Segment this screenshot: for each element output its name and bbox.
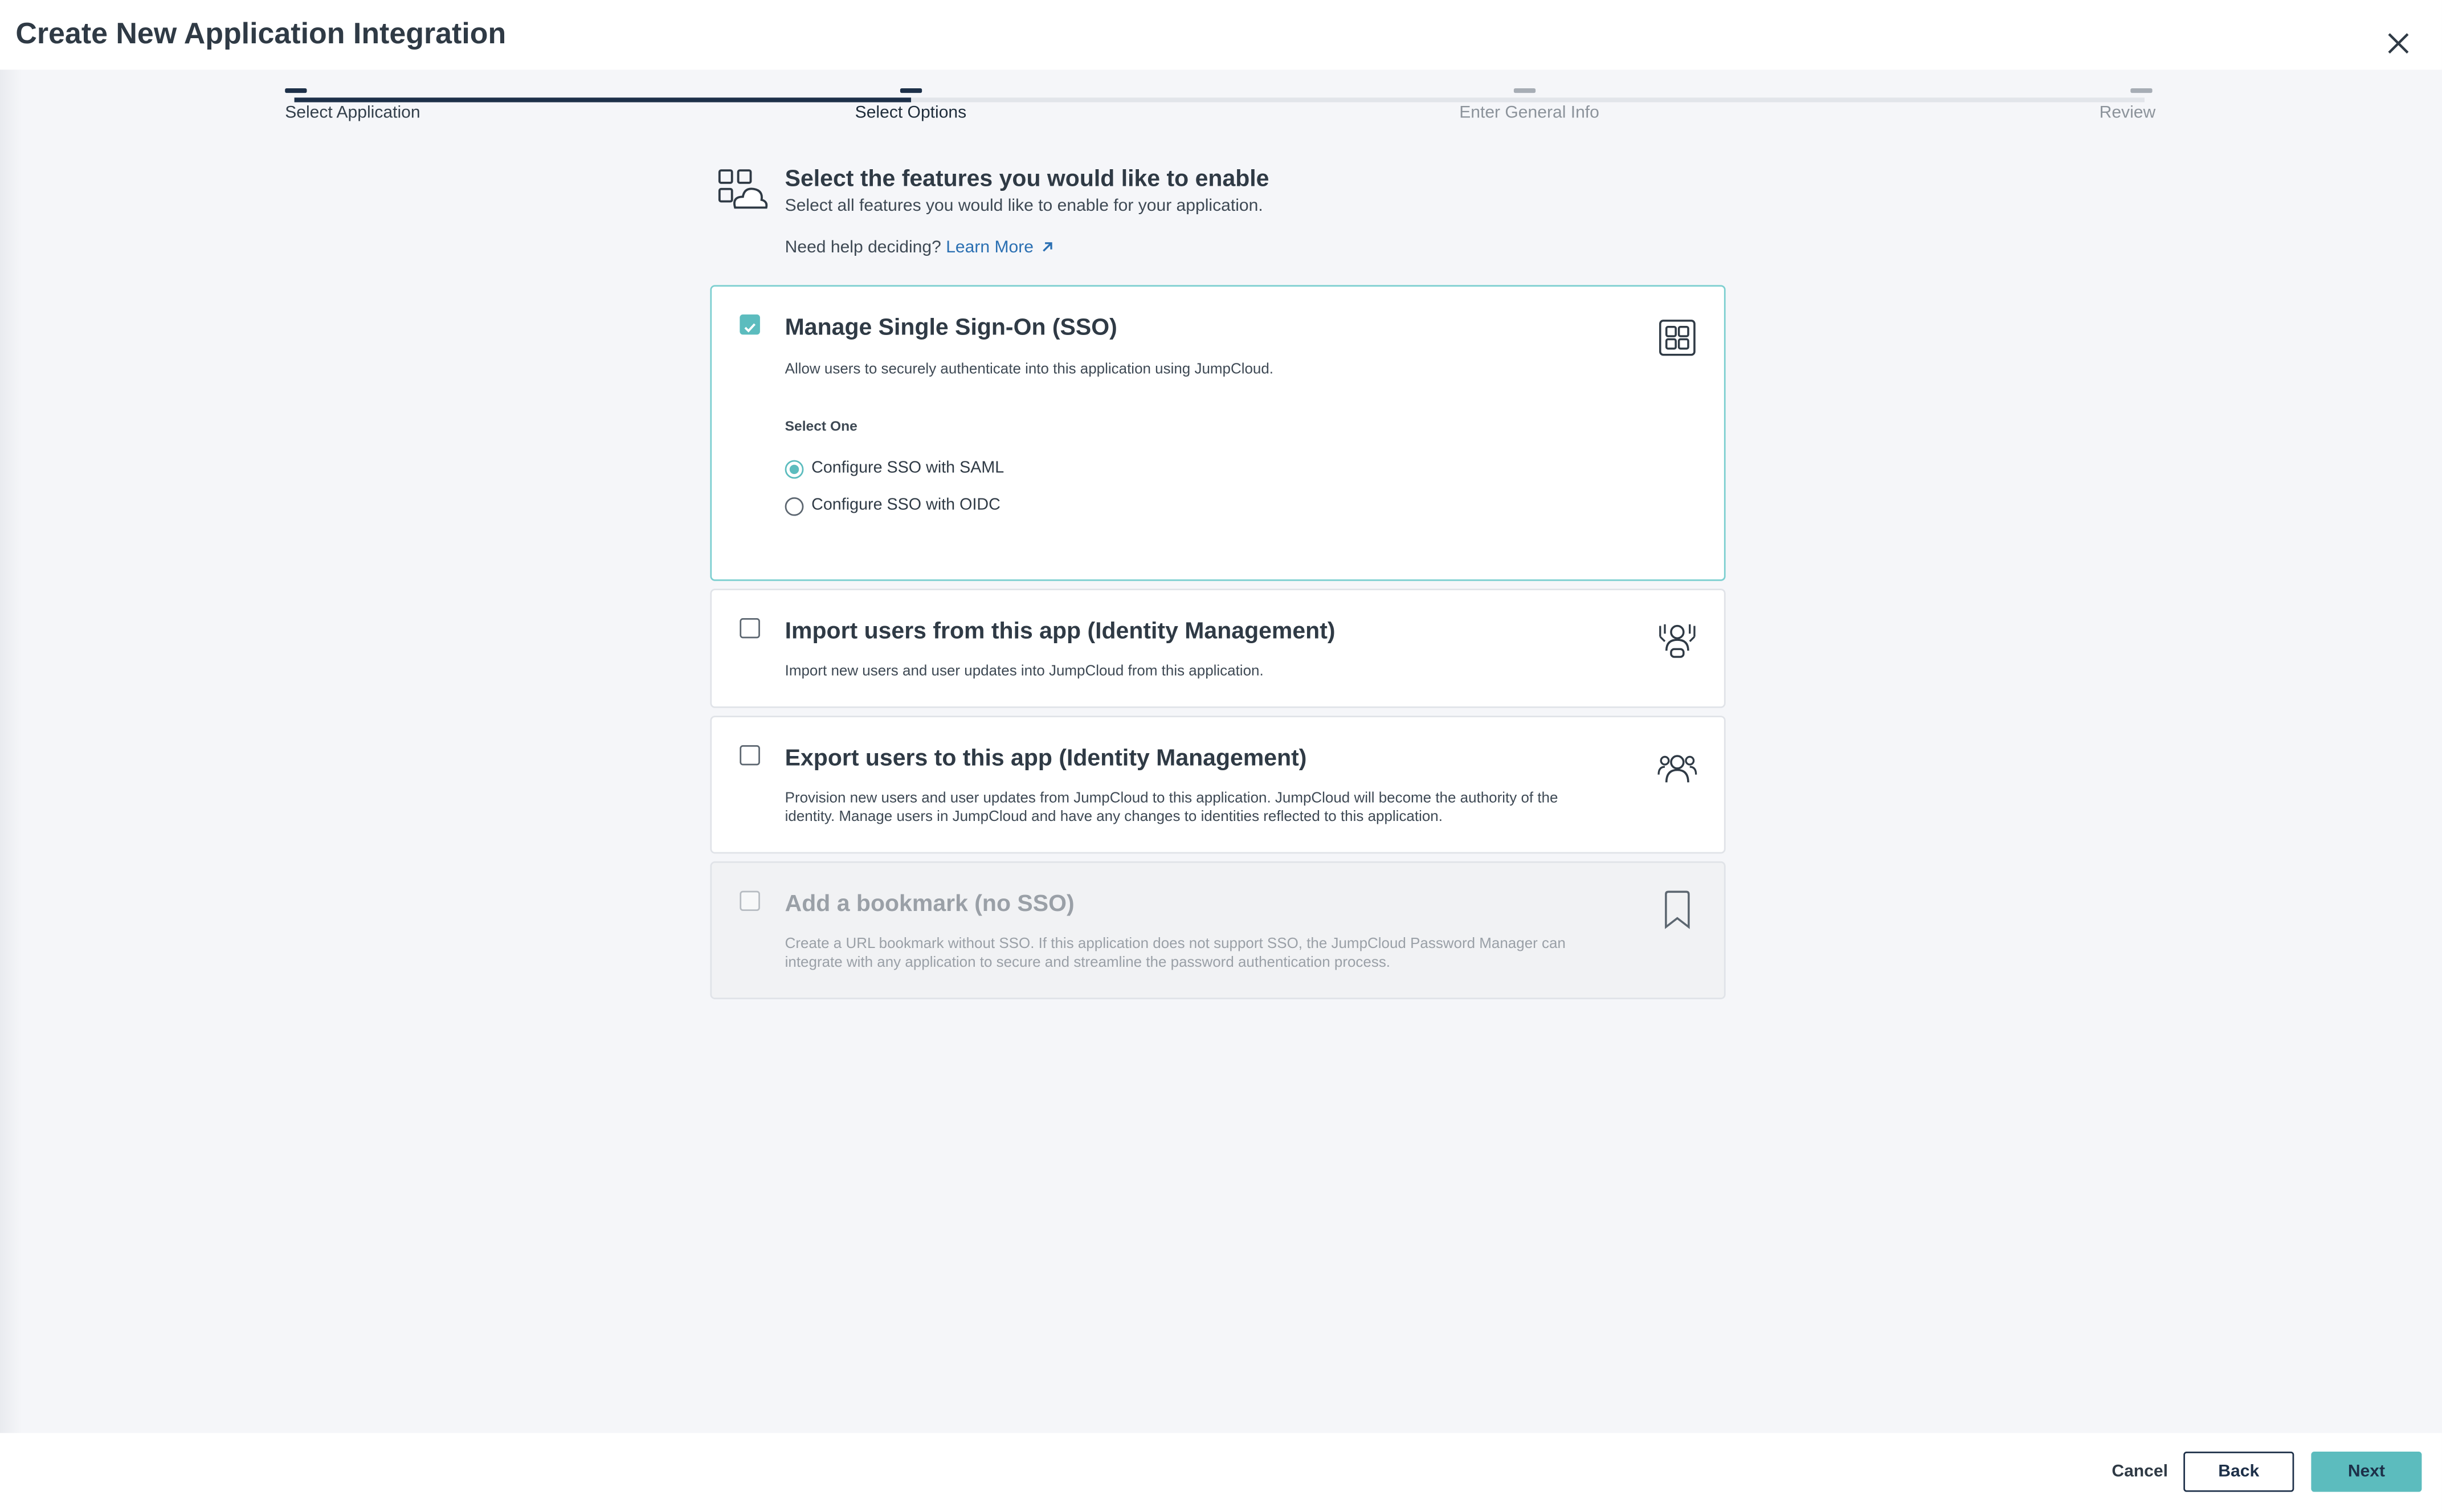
bookmark-title: Add a bookmark (no SSO) bbox=[785, 890, 1075, 917]
features-heading: Select the features you would like to en… bbox=[785, 165, 1269, 193]
create-app-integration-modal: Create New Application Integration Selec… bbox=[0, 0, 2442, 1512]
cancel-button[interactable]: Cancel bbox=[2100, 1452, 2180, 1492]
bookmark-checkbox bbox=[740, 890, 760, 911]
help-prefix: Need help deciding? bbox=[785, 238, 941, 258]
features-subheading: Select all features you would like to en… bbox=[785, 197, 1263, 215]
external-link-icon bbox=[1042, 242, 1052, 252]
radio-oidc-indicator[interactable] bbox=[785, 497, 804, 516]
step-label-select-options: Select Options bbox=[855, 104, 967, 122]
bookmark-description: Create a URL bookmark without SSO. If th… bbox=[785, 935, 1566, 972]
select-one-label: Select One bbox=[785, 418, 857, 434]
sso-title: Manage Single Sign-On (SSO) bbox=[785, 314, 1117, 341]
step-label-review: Review bbox=[2099, 104, 2156, 122]
radio-saml-label: Configure SSO with SAML bbox=[811, 458, 1004, 477]
feature-card-sso[interactable]: Manage Single Sign-On (SSO) Allow users … bbox=[710, 285, 1726, 581]
sso-grid-icon bbox=[1659, 320, 1696, 356]
radio-oidc-label: Configure SSO with OIDC bbox=[811, 496, 1001, 514]
export-users-description: Provision new users and user updates fro… bbox=[785, 790, 1558, 826]
feature-card-export-users[interactable]: Export users to this app (Identity Manag… bbox=[710, 716, 1726, 854]
checkmark-icon bbox=[744, 323, 756, 333]
import-users-checkbox[interactable] bbox=[740, 618, 760, 639]
feature-card-bookmark: Add a bookmark (no SSO) Create a URL boo… bbox=[710, 861, 1726, 999]
import-users-icon bbox=[1659, 624, 1696, 658]
radio-saml-indicator[interactable] bbox=[785, 460, 804, 479]
feature-card-import-users[interactable]: Import users from this app (Identity Man… bbox=[710, 589, 1726, 708]
modal-footer: Cancel Back Next bbox=[0, 1433, 2442, 1512]
stepper-progress-fill bbox=[294, 97, 912, 103]
step-marker-select-options bbox=[900, 88, 922, 93]
help-text: Need help deciding? Learn More bbox=[785, 238, 1054, 258]
step-label-enter-general-info: Enter General Info bbox=[1459, 104, 1599, 122]
back-button[interactable]: Back bbox=[2183, 1451, 2294, 1492]
bookmark-icon bbox=[1665, 890, 1690, 929]
progress-stepper: Select Application Select Options Enter … bbox=[285, 85, 2156, 132]
next-button[interactable]: Next bbox=[2311, 1451, 2422, 1492]
left-edge-shadow bbox=[0, 70, 22, 1433]
step-marker-select-application bbox=[285, 88, 307, 93]
export-users-icon bbox=[1657, 755, 1697, 783]
close-icon[interactable] bbox=[2383, 28, 2414, 59]
import-users-description: Import new users and user updates into J… bbox=[785, 663, 1264, 680]
export-users-checkbox[interactable] bbox=[740, 745, 760, 766]
export-users-title: Export users to this app (Identity Manag… bbox=[785, 745, 1307, 772]
step-marker-enter-general-info bbox=[1513, 88, 1536, 93]
step-label-select-application: Select Application bbox=[285, 104, 420, 122]
learn-more-link[interactable]: Learn More bbox=[946, 239, 1053, 257]
sso-checkbox[interactable] bbox=[740, 314, 760, 335]
step-marker-review bbox=[2130, 88, 2153, 93]
import-users-title: Import users from this app (Identity Man… bbox=[785, 618, 1336, 645]
modal-header: Create New Application Integration bbox=[0, 0, 2442, 70]
sso-description: Allow users to securely authenticate int… bbox=[785, 361, 1274, 378]
page-title: Create New Application Integration bbox=[15, 18, 507, 51]
apps-cloud-icon bbox=[718, 169, 768, 209]
